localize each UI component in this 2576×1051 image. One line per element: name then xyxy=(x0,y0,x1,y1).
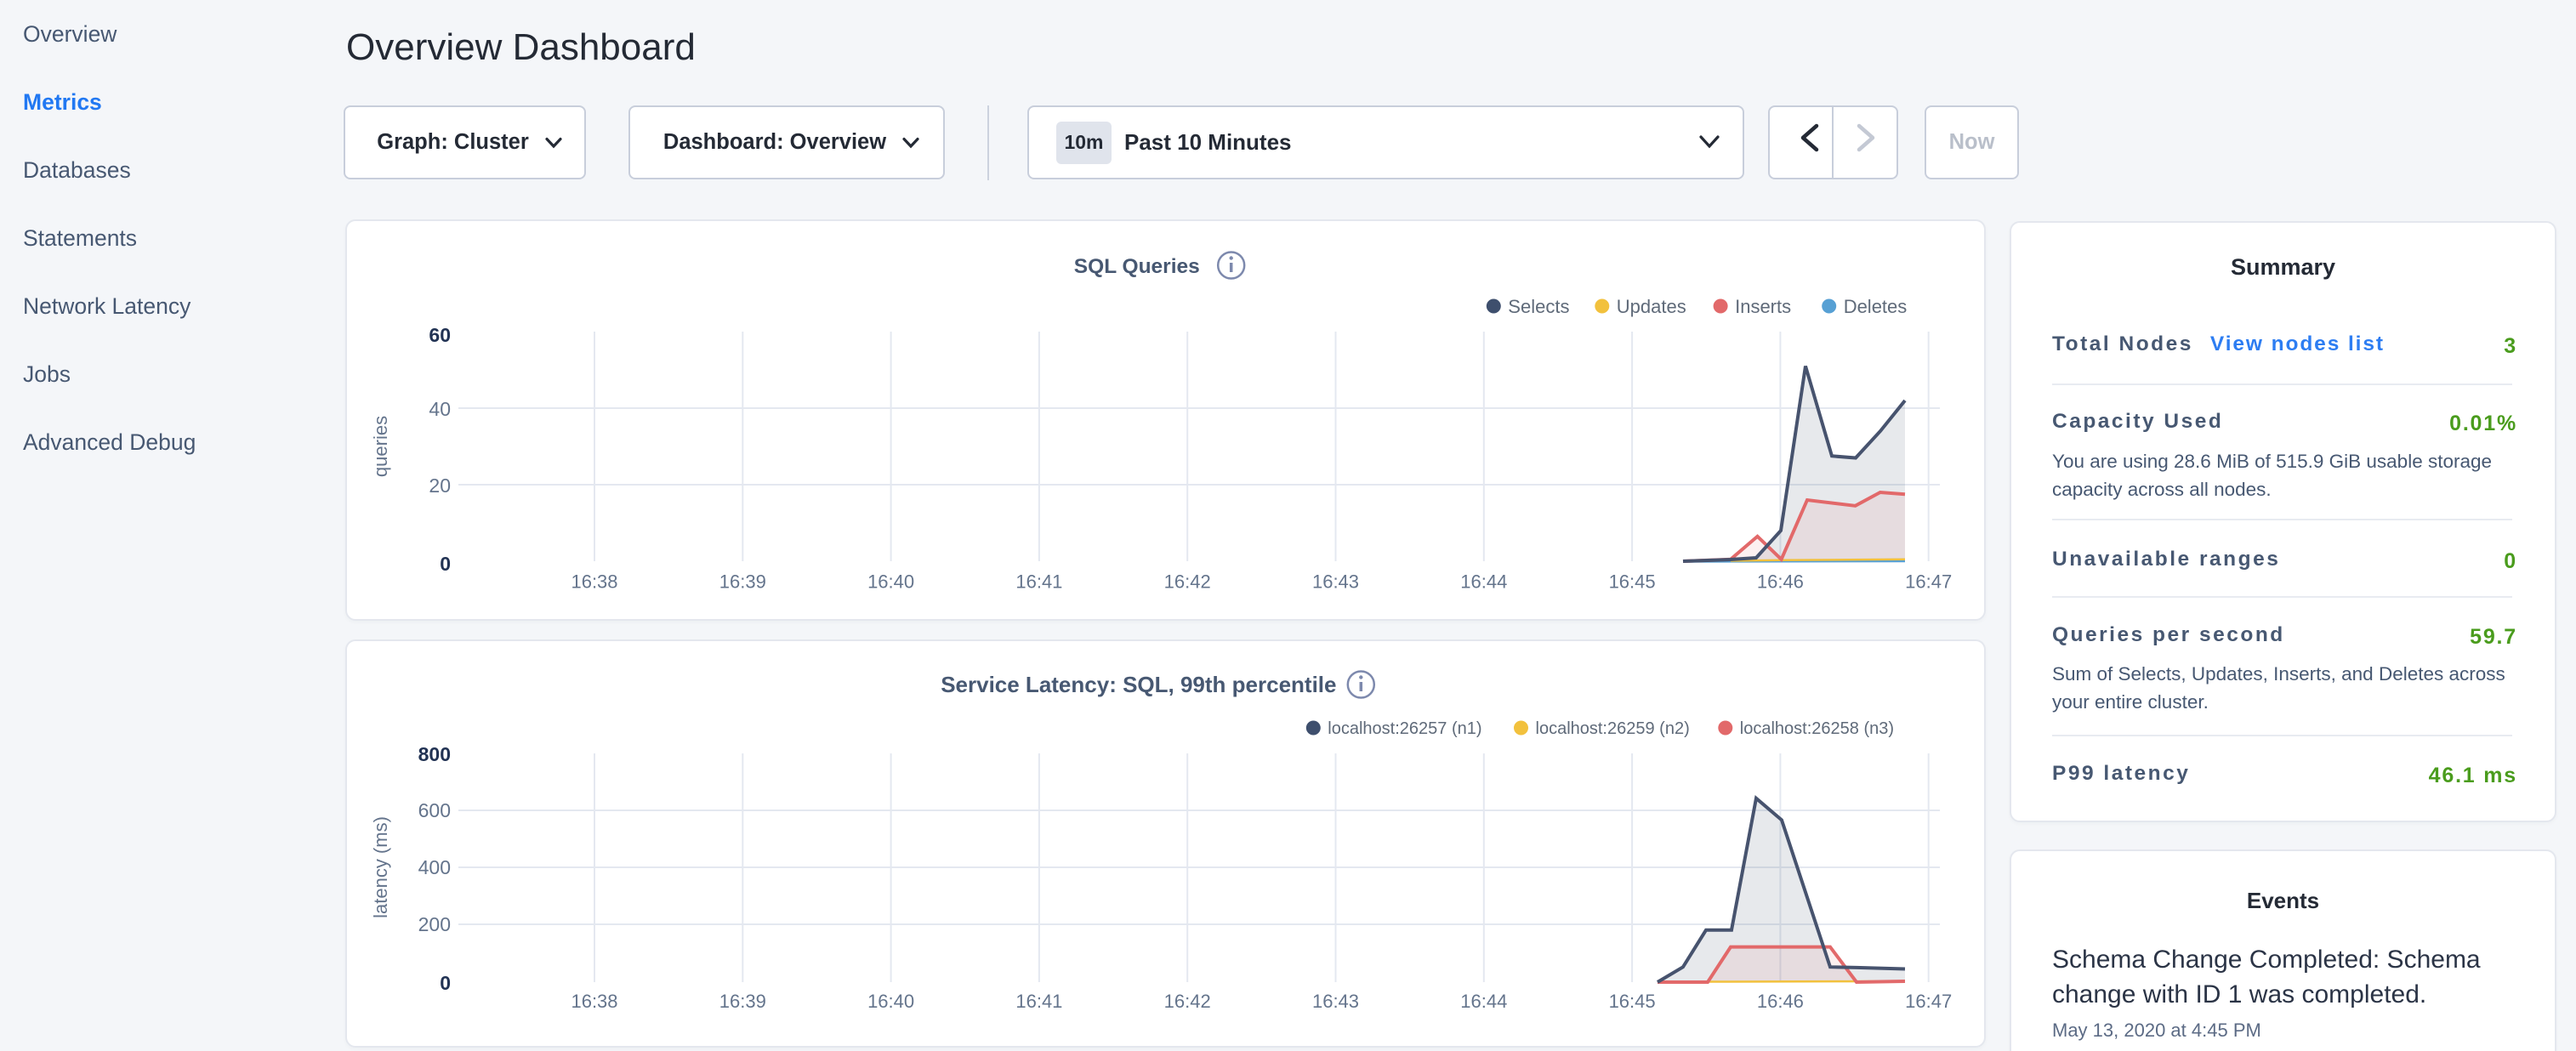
svg-text:800: 800 xyxy=(418,743,451,765)
svg-text:16:42: 16:42 xyxy=(1164,571,1211,593)
svg-text:SQL Queries: SQL Queries xyxy=(1074,255,1200,278)
svg-text:16:47: 16:47 xyxy=(1905,991,1952,1012)
svg-text:16:38: 16:38 xyxy=(571,991,617,1012)
svg-text:600: 600 xyxy=(418,799,451,821)
svg-text:0: 0 xyxy=(440,972,451,994)
svg-text:16:41: 16:41 xyxy=(1015,571,1062,593)
svg-text:60: 60 xyxy=(429,324,451,346)
svg-text:16:39: 16:39 xyxy=(719,991,766,1012)
svg-text:16:40: 16:40 xyxy=(867,571,914,593)
svg-text:16:42: 16:42 xyxy=(1164,991,1211,1012)
svg-text:200: 200 xyxy=(418,913,451,935)
svg-text:queries: queries xyxy=(370,416,391,477)
svg-text:16:38: 16:38 xyxy=(571,571,617,593)
svg-text:localhost:26257 (n1): localhost:26257 (n1) xyxy=(1328,719,1481,738)
svg-text:16:43: 16:43 xyxy=(1312,991,1359,1012)
svg-text:16:41: 16:41 xyxy=(1015,991,1062,1012)
svg-text:16:43: 16:43 xyxy=(1312,571,1359,593)
svg-text:latency (ms): latency (ms) xyxy=(370,816,391,918)
svg-text:400: 400 xyxy=(418,856,451,878)
svg-text:16:45: 16:45 xyxy=(1609,571,1656,593)
svg-text:16:44: 16:44 xyxy=(1460,571,1507,593)
svg-text:16:47: 16:47 xyxy=(1905,571,1952,593)
svg-text:Updates: Updates xyxy=(1617,296,1686,317)
svg-text:localhost:26258 (n3): localhost:26258 (n3) xyxy=(1740,719,1894,738)
svg-text:Selects: Selects xyxy=(1508,296,1569,317)
svg-text:0: 0 xyxy=(440,553,451,575)
svg-text:Service Latency: SQL, 99th per: Service Latency: SQL, 99th percentile xyxy=(941,672,1336,697)
svg-text:40: 40 xyxy=(429,398,451,420)
svg-text:Deletes: Deletes xyxy=(1844,296,1908,317)
svg-text:16:46: 16:46 xyxy=(1757,571,1804,593)
svg-text:localhost:26259 (n2): localhost:26259 (n2) xyxy=(1536,719,1690,738)
svg-text:Inserts: Inserts xyxy=(1735,296,1791,317)
svg-text:16:40: 16:40 xyxy=(867,991,914,1012)
svg-text:16:44: 16:44 xyxy=(1460,991,1507,1012)
svg-text:16:45: 16:45 xyxy=(1609,991,1656,1012)
svg-text:20: 20 xyxy=(429,474,451,497)
svg-text:16:39: 16:39 xyxy=(719,571,766,593)
svg-text:16:46: 16:46 xyxy=(1757,991,1804,1012)
